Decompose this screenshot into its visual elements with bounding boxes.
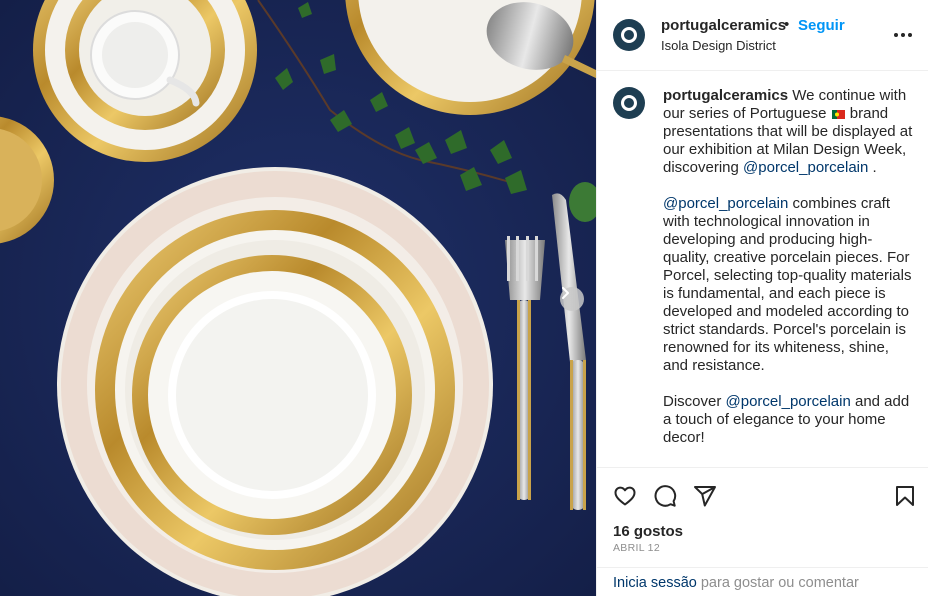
dinnerware-photo — [0, 0, 596, 596]
mention-link[interactable]: @porcel_porcelain — [726, 393, 851, 410]
post-date[interactable]: ABRIL 12 — [613, 542, 660, 554]
caption-text-part: Discover — [663, 393, 726, 410]
login-prompt: Inicia sessão para gostar ou comentar — [597, 567, 928, 596]
login-link[interactable]: Inicia sessão — [613, 575, 697, 591]
post-side-panel: portugalceramics • Seguir Isola Design D… — [596, 0, 928, 596]
caption-avatar[interactable] — [613, 87, 645, 119]
likes-count[interactable]: 16 gostos — [613, 523, 683, 540]
caption-username[interactable]: portugalceramics — [663, 87, 788, 104]
caption-text-part: combines craft with technological innova… — [663, 195, 916, 374]
portugal-flag-icon — [831, 109, 845, 119]
header-separator: • — [784, 16, 790, 33]
caption-text-part: . — [868, 159, 877, 176]
bookmark-icon[interactable] — [893, 484, 917, 508]
caption-area: portugalceramics We continue with our se… — [597, 72, 928, 466]
follow-button[interactable]: Seguir — [798, 17, 845, 34]
action-bar — [597, 467, 928, 521]
header-username[interactable]: portugalceramics — [661, 17, 786, 34]
mention-link[interactable]: @porcel_porcelain — [743, 159, 868, 176]
more-horizontal-icon — [894, 33, 898, 37]
post-image[interactable] — [0, 0, 596, 596]
login-prompt-text: para gostar ou comentar — [696, 575, 859, 591]
caption-text: portugalceramics We continue with our se… — [663, 87, 915, 447]
send-icon[interactable] — [693, 484, 717, 508]
more-options-button[interactable] — [891, 25, 915, 45]
comment-icon[interactable] — [653, 484, 677, 508]
heart-icon[interactable] — [613, 484, 637, 508]
post-header: portugalceramics • Seguir Isola Design D… — [597, 0, 928, 71]
next-image-button[interactable] — [560, 287, 584, 311]
mention-link[interactable]: @porcel_porcelain — [663, 195, 788, 212]
chevron-right-icon — [562, 287, 569, 299]
location-link[interactable]: Isola Design District — [661, 38, 776, 53]
avatar[interactable] — [613, 19, 645, 51]
